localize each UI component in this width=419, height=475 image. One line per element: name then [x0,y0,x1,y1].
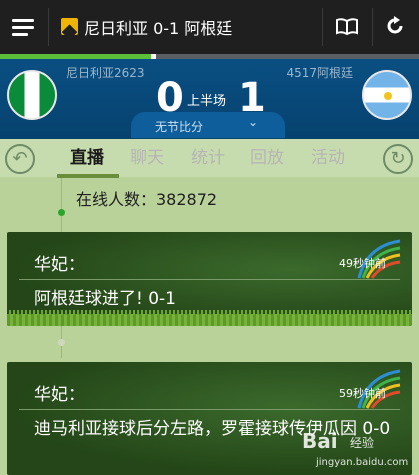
home-team-name: 尼日利亚2623 [66,66,145,80]
tab-stats[interactable]: 统计 [191,139,225,177]
period-score-toggle[interactable]: 无节比分 ⌄ [131,112,285,138]
tab-replay[interactable]: 回放 [250,139,284,177]
watermark-brand: Bai [302,429,338,453]
watermark-sub: 经验 [350,436,375,450]
comment-author: 华妃： [34,255,85,275]
top-bar: 尼日利亚 0-1 阿根廷 [0,0,419,54]
book-icon[interactable] [336,18,358,35]
timeline-dot [58,209,65,216]
page-title: 尼日利亚 0-1 阿根廷 [84,19,233,38]
divider [322,8,323,46]
divider [372,8,373,46]
refresh-feed-icon[interactable]: ↻ [383,144,413,174]
divider [48,8,49,46]
chevron-down-icon: ⌄ [248,115,259,129]
watermark-url: jingyan.baidu.com [316,457,409,468]
argentina-flag-icon [362,70,412,120]
comment-text: 阿根廷球进了! 0-1 [34,289,176,309]
baidu-watermark: Bai 经验 jingyan.baidu.com [296,427,419,475]
feed-item: 华妃： 49秒钟前 阿根廷球进了! 0-1 [7,232,412,326]
tab-live[interactable]: 直播 [70,139,104,177]
comment-time: 59秒钟前 [339,387,386,400]
online-count: 在线人数：382872 [76,190,218,209]
grass-decoration [7,310,412,326]
active-tab-indicator [57,174,119,178]
back-icon[interactable]: ↶ [5,144,35,174]
tab-chat[interactable]: 聊天 [130,139,164,177]
menu-icon[interactable] [12,17,34,37]
period-score-label: 无节比分 [155,120,204,134]
timeline-dot [58,339,65,346]
tab-bar: ↶ 直播 聊天 统计 回放 活动 ↻ [0,139,419,177]
match-period: 上半场 [187,94,227,109]
divider [19,279,400,280]
app-logo-icon [61,18,78,35]
nigeria-flag-icon [7,70,57,120]
comment-time: 49秒钟前 [339,257,386,270]
tab-activity[interactable]: 活动 [311,139,345,177]
comment-author: 华妃： [34,385,85,405]
refresh-icon[interactable] [385,16,405,36]
away-team-name: 4517阿根廷 [286,66,353,80]
divider [19,409,400,410]
